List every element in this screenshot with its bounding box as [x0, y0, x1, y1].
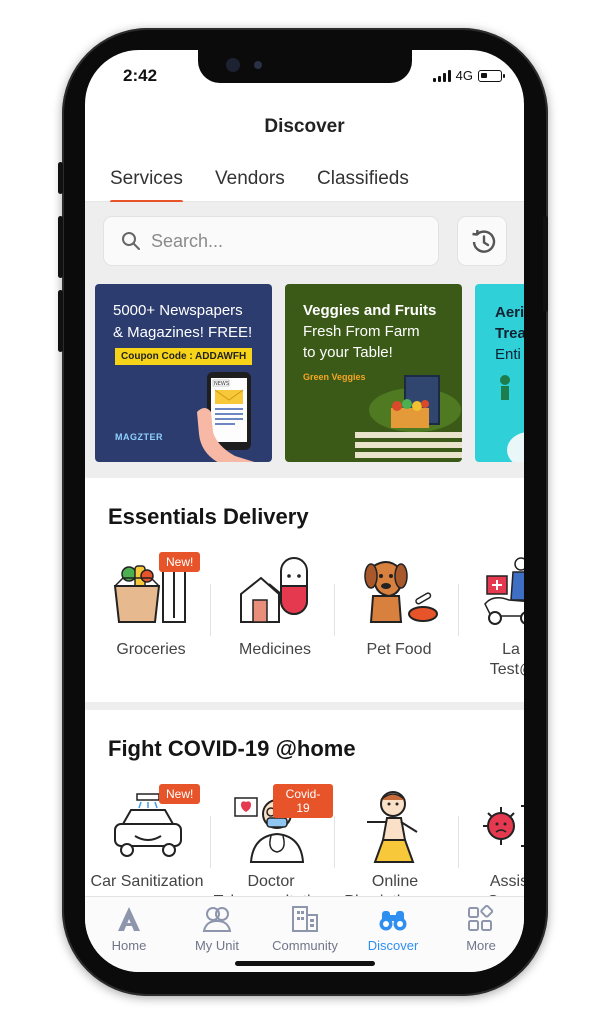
- volume-down-button: [58, 290, 63, 352]
- physiotherapy-label: Online: [371, 873, 419, 890]
- banner-magzter[interactable]: 5000+ Newspapers & Magazines! FREE! Coup…: [95, 284, 272, 462]
- car-sanitization-label: Car Sanitization: [90, 873, 204, 890]
- search-placeholder: Search...: [151, 231, 224, 251]
- nav-more-label: More: [466, 938, 496, 953]
- groceries-label: Groceries: [116, 641, 186, 658]
- physiotherapy-icon: [367, 791, 418, 863]
- separator: [210, 584, 211, 636]
- banner-aerial[interactable]: Aeri Trea Enti: [475, 284, 524, 462]
- tab-bar: Services Vendors Classifieds: [85, 154, 524, 204]
- pet-food-label: Pet Food: [366, 641, 432, 658]
- essentials-section: Essentials Delivery New! Groceries Medic…: [85, 478, 524, 708]
- binoculars-icon: [379, 911, 407, 931]
- battery-icon: [478, 69, 505, 82]
- network-label: 4G: [455, 68, 473, 83]
- veggie-box-illustration: [355, 375, 462, 458]
- my-unit-icon: [202, 907, 232, 932]
- separator: [458, 584, 459, 636]
- tab-vendors[interactable]: Vendors: [215, 168, 285, 190]
- coupon-code: Coupon Code : ADDAWFH: [115, 348, 253, 365]
- essentials-title: Essentials Delivery: [108, 504, 309, 529]
- service-online-physiotherapy[interactable]: Online Physiotherapy: [333, 784, 457, 900]
- newspaper-phone-illustration: NEWS: [197, 372, 255, 462]
- status-time: 2:42: [123, 66, 158, 85]
- home-indicator[interactable]: [235, 961, 375, 966]
- lab-test-label: La: [502, 641, 520, 658]
- banner-magzter-line2: & Magazines! FREE!: [113, 324, 253, 341]
- service-medicines[interactable]: Medicines: [213, 552, 337, 692]
- status-right: 4G: [432, 68, 505, 83]
- bottom-navigation: Home My Unit Community Discover More: [85, 896, 524, 972]
- nav-community-label: Community: [272, 938, 338, 953]
- page-title: Discover: [264, 116, 345, 137]
- news-tag: NEWS: [214, 381, 229, 387]
- search-input[interactable]: Search...: [103, 216, 439, 266]
- banner-veggies-line2: Fresh From Farm: [303, 323, 420, 340]
- lab-test-icon: [484, 557, 524, 625]
- new-badge: New!: [159, 552, 201, 572]
- service-pet-food[interactable]: Pet Food: [337, 552, 461, 692]
- nav-home-label: Home: [111, 938, 147, 953]
- service-doctor-teleconsultation[interactable]: Covid-19 Doctor Teleconsultation: [209, 784, 333, 900]
- section-divider: [85, 702, 524, 710]
- service-lab-test[interactable]: La Test@h: [461, 552, 524, 692]
- pet-food-icon: [364, 561, 438, 623]
- tab-services[interactable]: Services: [110, 168, 183, 204]
- banner-veggies-line3: to your Table!: [303, 344, 393, 361]
- volume-up-button: [58, 216, 63, 278]
- medicines-label: Medicines: [238, 641, 312, 658]
- medicines-icon: [240, 557, 308, 623]
- covid-section: Fight COVID-19 @home New! Car Sanitizati…: [85, 710, 524, 900]
- covid-title: Fight COVID-19 @home: [108, 736, 356, 761]
- separator: [334, 584, 335, 636]
- home-logo-icon: [118, 907, 140, 931]
- nav-discover-label: Discover: [367, 938, 419, 953]
- banner-veggies-line1: Veggies and Fruits: [303, 302, 437, 319]
- notch: [198, 50, 412, 83]
- power-button: [543, 216, 548, 312]
- banner-magzter-line1: 5000+ Newspapers: [113, 302, 243, 319]
- mute-switch: [58, 162, 63, 194]
- covid-badge: Covid-19: [273, 784, 333, 818]
- magzter-logo: MAGZTER: [115, 432, 163, 442]
- featured-area: Search... 5000+ Newspapers & Magazines! …: [85, 202, 524, 478]
- nav-my-unit-label: My Unit: [194, 938, 240, 953]
- front-camera: [226, 58, 240, 72]
- worker-illustration: [500, 375, 524, 462]
- quarantine-label: Assis: [489, 873, 524, 890]
- service-car-sanitization[interactable]: New! Car Sanitization: [85, 784, 209, 900]
- tab-classifieds[interactable]: Classifieds: [317, 168, 409, 190]
- lab-test-label-2: Test@h: [489, 661, 524, 678]
- phone-screen: 2:42 4G Discover Services Vendors Classi…: [85, 50, 524, 972]
- grid-more-icon: [468, 905, 494, 931]
- banner-green-veggies[interactable]: Veggies and Fruits Fresh From Farm to yo…: [285, 284, 462, 462]
- search-icon: [122, 232, 140, 250]
- history-icon: [472, 229, 496, 253]
- service-assisted-quarantine[interactable]: Assis Quara: [457, 784, 524, 900]
- banner-aerial-line2: Trea: [495, 325, 524, 342]
- community-building-icon: [292, 906, 318, 932]
- banner-aerial-line1: Aeri: [495, 304, 524, 321]
- banner-aerial-line3: Enti: [495, 346, 521, 363]
- service-groceries[interactable]: New! Groceries: [89, 552, 213, 692]
- signal-icon: [432, 69, 451, 82]
- new-badge: New!: [159, 784, 201, 804]
- history-button[interactable]: [457, 216, 507, 266]
- virus-icon: [483, 805, 524, 847]
- doctor-label: Doctor: [247, 873, 295, 890]
- sensor: [254, 61, 262, 69]
